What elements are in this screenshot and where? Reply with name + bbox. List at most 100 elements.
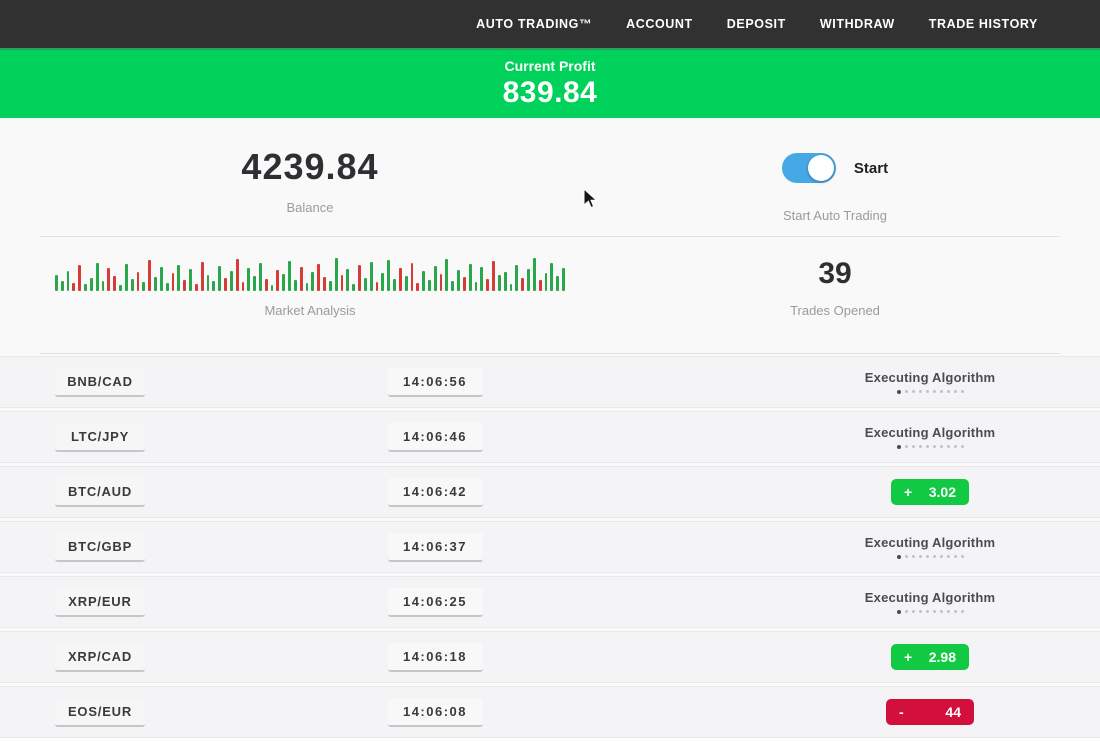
- executing-algorithm-label: Executing Algorithm: [830, 590, 1030, 605]
- table-row: BTC/GBP 14:06:37 Executing Algorithm: [0, 521, 1100, 573]
- green-bar: [475, 282, 478, 291]
- red-bar: [224, 278, 227, 291]
- executing-algorithm-label: Executing Algorithm: [830, 535, 1030, 550]
- current-profit-value: 839.84: [503, 76, 598, 110]
- sign: -: [899, 704, 904, 720]
- green-bar: [311, 272, 314, 291]
- balance-label: Balance: [0, 200, 620, 215]
- green-bar: [67, 271, 70, 291]
- status-cell: +2.98: [830, 644, 1030, 670]
- green-bar: [125, 264, 128, 291]
- red-bar: [440, 274, 443, 291]
- nav-item-account[interactable]: ACCOUNT: [626, 17, 693, 31]
- sign: +: [904, 649, 912, 665]
- red-bar: [137, 272, 140, 291]
- table-row: LTC/JPY 14:06:46 Executing Algorithm: [0, 411, 1100, 463]
- green-bar: [545, 273, 548, 291]
- green-bar: [154, 277, 157, 291]
- green-bar: [166, 283, 169, 291]
- pair-badge[interactable]: XRP/CAD: [55, 643, 145, 672]
- red-bar: [376, 282, 379, 291]
- nav-item-deposit[interactable]: DEPOSIT: [727, 17, 786, 31]
- red-bar: [242, 282, 245, 291]
- red-bar: [463, 277, 466, 291]
- table-row: XRP/CAD 14:06:18 +2.98: [0, 631, 1100, 683]
- time-badge: 14:06:42: [388, 478, 483, 507]
- green-bar: [480, 267, 483, 291]
- pair-badge[interactable]: BNB/CAD: [55, 368, 145, 397]
- trades-opened-label: Trades Opened: [620, 303, 1050, 318]
- result-value: 2.98: [929, 649, 956, 665]
- red-bar: [341, 275, 344, 291]
- table-row: BTC/AUD 14:06:42 +3.02: [0, 466, 1100, 518]
- green-bar: [207, 275, 210, 291]
- red-bar: [195, 284, 198, 291]
- green-bar: [177, 265, 180, 291]
- green-bar: [335, 258, 338, 291]
- auto-trading-label: Start Auto Trading: [620, 208, 1050, 223]
- main-content: 4239.84 Balance Start Start Auto Trading…: [0, 118, 1100, 738]
- progress-dots: [830, 610, 1030, 614]
- green-bar: [218, 266, 221, 291]
- green-bar: [84, 284, 87, 291]
- red-bar: [521, 278, 524, 291]
- sign: +: [904, 484, 912, 500]
- green-bar: [533, 258, 536, 291]
- red-bar: [300, 267, 303, 291]
- green-bar: [55, 275, 58, 291]
- green-bar: [288, 261, 291, 291]
- time-badge: 14:06:46: [388, 423, 483, 452]
- green-bar: [294, 280, 297, 291]
- green-bar: [131, 279, 134, 291]
- nav-list: AUTO TRADING™ ACCOUNT DEPOSIT WITHDRAW TRADE…: [476, 17, 1038, 31]
- pair-badge[interactable]: BTC/AUD: [55, 478, 145, 507]
- progress-dots: [830, 555, 1030, 559]
- green-bar: [562, 268, 565, 291]
- nav-item-withdraw[interactable]: WITHDRAW: [820, 17, 895, 31]
- profit-badge: +2.98: [891, 644, 969, 670]
- result-value: 44: [945, 704, 961, 720]
- auto-trading-toggle[interactable]: [782, 153, 836, 183]
- executing-algorithm-label: Executing Algorithm: [830, 425, 1030, 440]
- green-bar: [119, 285, 122, 291]
- auto-trading-block: Start Start Auto Trading: [620, 146, 1050, 236]
- result-value: 3.02: [929, 484, 956, 500]
- pair-badge[interactable]: XRP/EUR: [55, 588, 145, 617]
- green-bar: [451, 281, 454, 291]
- red-bar: [399, 268, 402, 291]
- red-bar: [492, 261, 495, 291]
- pair-badge[interactable]: EOS/EUR: [55, 698, 145, 727]
- status-cell: Executing Algorithm: [830, 370, 1030, 394]
- green-bar: [370, 262, 373, 291]
- green-bar: [434, 266, 437, 291]
- green-bar: [247, 268, 250, 291]
- nav-item-trade-history[interactable]: TRADE HISTORY: [929, 17, 1038, 31]
- red-bar: [172, 273, 175, 291]
- market-analysis-chart: [55, 253, 565, 291]
- executing-algorithm-label: Executing Algorithm: [830, 370, 1030, 385]
- green-bar: [346, 269, 349, 291]
- trades-list: BNB/CAD 14:06:56 Executing Algorithm LTC…: [0, 356, 1100, 738]
- green-bar: [469, 264, 472, 291]
- balance-section: 4239.84 Balance Start Start Auto Trading: [0, 118, 1100, 236]
- green-bar: [515, 265, 518, 291]
- red-bar: [323, 277, 326, 291]
- market-analysis-label: Market Analysis: [0, 303, 620, 318]
- table-row: BNB/CAD 14:06:56 Executing Algorithm: [0, 356, 1100, 408]
- nav-item-auto-trading[interactable]: AUTO TRADING™: [476, 17, 592, 31]
- green-bar: [504, 272, 507, 291]
- green-bar: [527, 269, 530, 291]
- green-bar: [212, 281, 215, 291]
- status-cell: +3.02: [830, 479, 1030, 505]
- pair-badge[interactable]: BTC/GBP: [55, 533, 145, 562]
- green-bar: [160, 267, 163, 291]
- green-bar: [364, 278, 367, 291]
- pair-badge[interactable]: LTC/JPY: [55, 423, 145, 452]
- green-bar: [230, 271, 233, 291]
- green-bar: [422, 271, 425, 291]
- green-bar: [498, 275, 501, 291]
- red-bar: [72, 283, 75, 291]
- red-bar: [78, 265, 81, 291]
- status-cell: - 44: [830, 699, 1030, 725]
- current-profit-banner: Current Profit 839.84: [0, 48, 1100, 118]
